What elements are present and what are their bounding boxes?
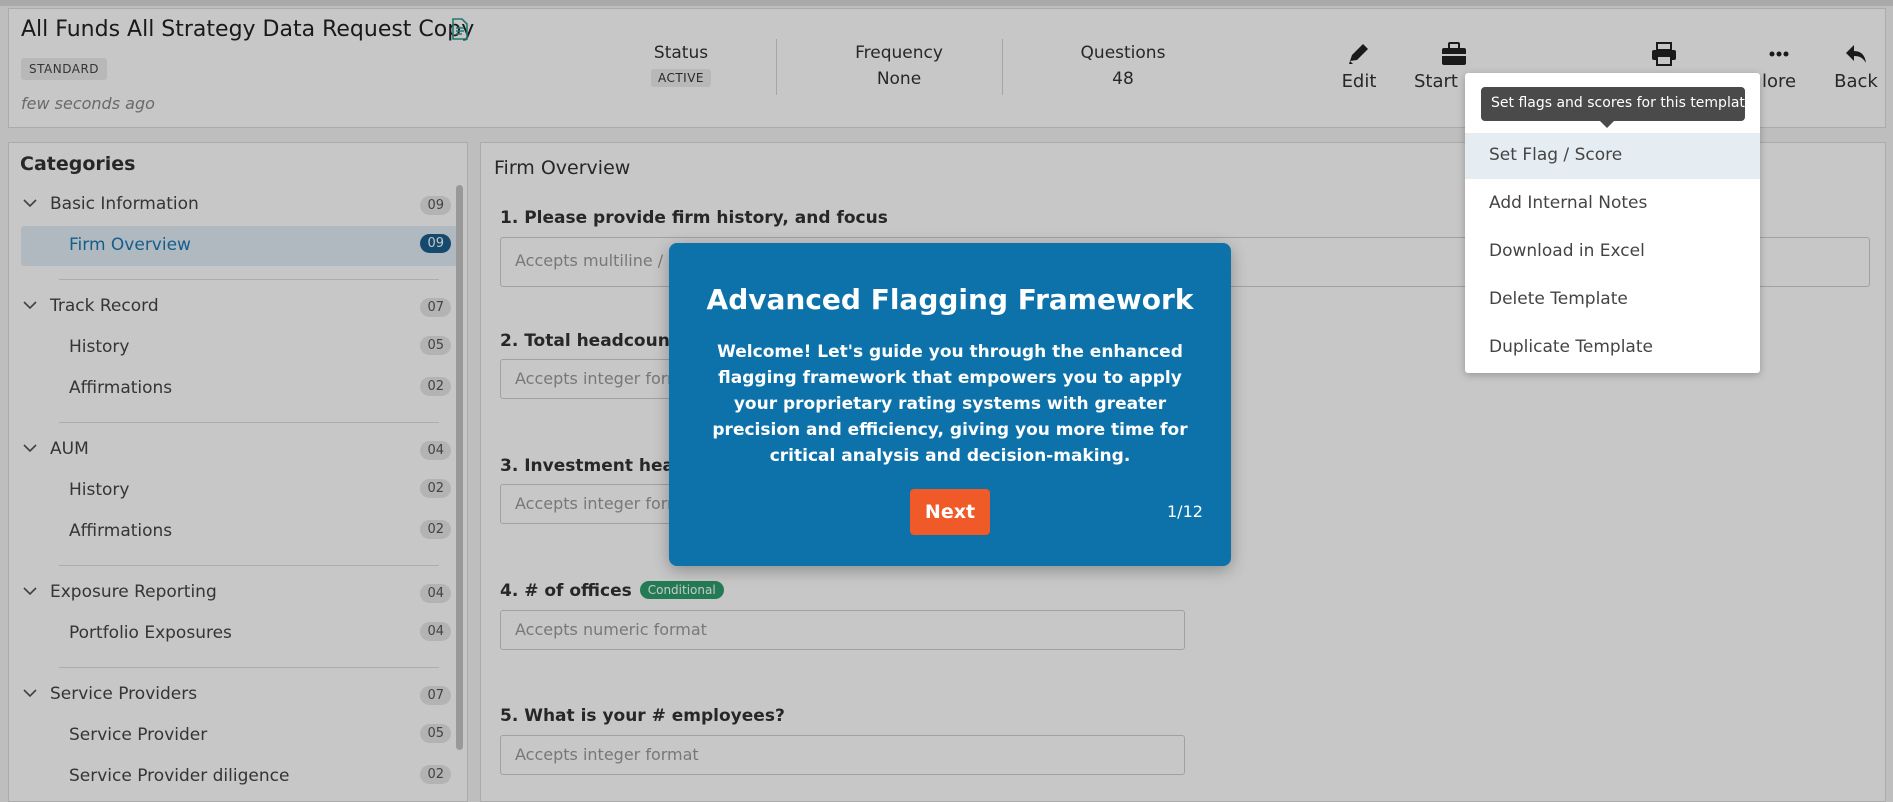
menu-item-delete-template[interactable]: Delete Template bbox=[1465, 277, 1760, 323]
tour-title: Advanced Flagging Framework bbox=[706, 283, 1194, 316]
next-button[interactable]: Next bbox=[910, 489, 990, 535]
menu-item-add-internal-notes[interactable]: Add Internal Notes bbox=[1465, 181, 1760, 227]
tooltip: Set flags and scores for this template. bbox=[1481, 87, 1758, 121]
menu-item-download-excel[interactable]: Download in Excel bbox=[1465, 229, 1760, 275]
tooltip-arrow bbox=[1600, 121, 1614, 128]
menu-item-set-flag-score[interactable]: Set Flag / Score bbox=[1465, 133, 1760, 179]
tour-modal: Advanced Flagging Framework Welcome! Let… bbox=[669, 243, 1231, 566]
step-counter: 1/12 bbox=[1167, 502, 1203, 521]
menu-item-duplicate-template[interactable]: Duplicate Template bbox=[1465, 325, 1760, 371]
tour-body: Welcome! Let's guide you through the enh… bbox=[712, 342, 1188, 466]
